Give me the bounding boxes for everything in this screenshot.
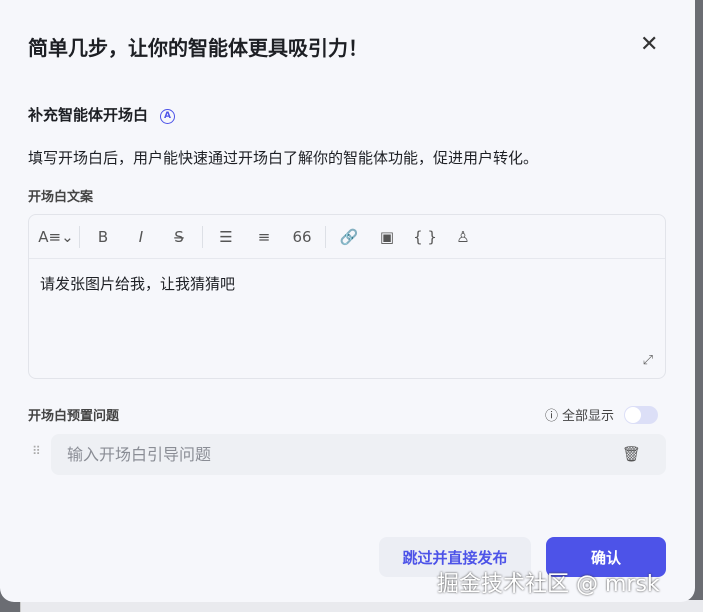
drag-handle-icon[interactable]: ⠿ [32,444,41,458]
link-icon[interactable]: 🔗 [330,228,368,246]
divider [325,225,326,248]
section-title-text: 补充智能体开场白 [28,106,149,124]
info-icon: ⓘ [545,409,559,424]
divider [202,225,203,248]
quote-icon[interactable]: 66 [283,228,321,246]
show-all-label: 全部显示 [562,409,615,424]
variable-icon[interactable]: { } [406,228,444,246]
section-description: 填写开场白后，用户能快速通过开场白了解你的智能体功能，促进用户转化。 [28,149,539,167]
ai-generate-icon[interactable]: A [160,109,176,124]
toggle-knob [625,406,642,423]
dialog-title: 简单几步，让你的智能体更具吸引力！ [28,36,368,60]
strikethrough-icon[interactable]: S̶ [160,228,198,246]
numbered-list-icon[interactable]: ≡ [245,228,283,246]
editor-toolbar: A≡⌄ B I S̶ ☰ ≡ 66 🔗 ▣ { } ♙ [29,215,665,259]
divider [79,225,80,248]
show-all-toggle[interactable] [624,405,659,424]
questions-label: 开场白预置问题 [28,409,120,424]
italic-icon[interactable]: I [122,228,160,246]
image-icon[interactable]: ▣ [368,228,406,246]
bold-icon[interactable]: B [84,228,122,246]
opening-text-editor: A≡⌄ B I S̶ ☰ ≡ 66 🔗 ▣ { } ♙ 请发张图片给我，让我猜猜… [28,214,666,379]
onboarding-dialog: 简单几步，让你的智能体更具吸引力！ ✕ 补充智能体开场白 A 填写开场白后，用户能… [0,0,695,602]
expand-icon[interactable]: ⤢ [643,353,653,368]
text-style-dropdown-icon[interactable]: A≡⌄ [37,228,75,246]
delete-icon[interactable]: 🗑 [622,445,641,463]
bullet-list-icon[interactable]: ☰ [207,228,245,246]
question-input[interactable] [51,434,666,475]
user-icon[interactable]: ♙ [444,228,482,246]
watermark: 掘金技术社区 @ mrsk [437,572,660,597]
close-icon[interactable]: ✕ [640,32,658,57]
section-title: 补充智能体开场白 A [28,104,176,125]
show-all-control: ⓘ 全部显示 [545,405,659,424]
editor-content[interactable]: 请发张图片给我，让我猜猜吧 [29,259,665,308]
editor-label: 开场白文案 [28,190,94,205]
